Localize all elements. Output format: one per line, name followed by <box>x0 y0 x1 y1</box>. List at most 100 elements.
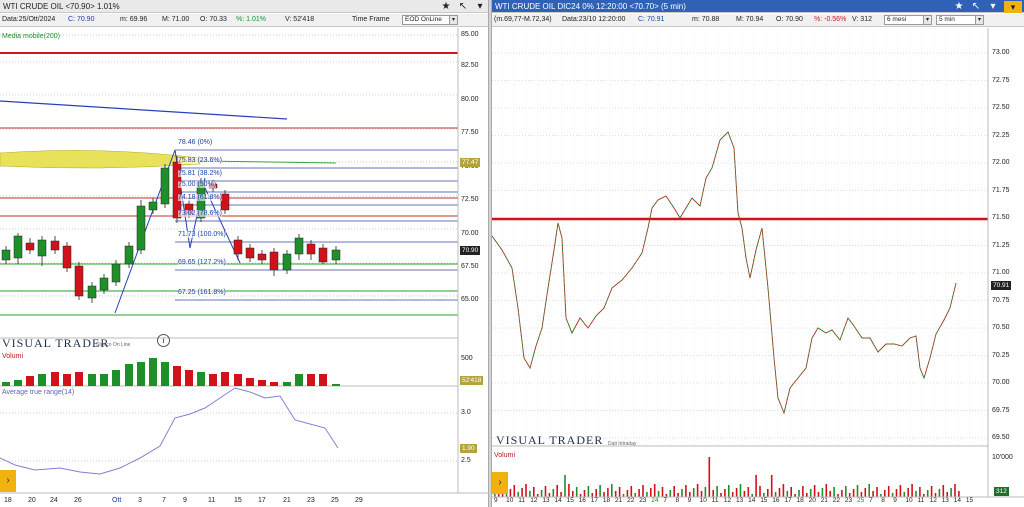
candle-body <box>62 245 72 269</box>
volume-bar <box>564 475 566 497</box>
volume-bar <box>540 490 543 497</box>
volume-bar <box>728 485 730 497</box>
volume-bar <box>14 380 22 386</box>
expand-arrow-icon[interactable]: › <box>492 472 508 494</box>
volume-bar <box>806 493 808 497</box>
time-axis-tick: 10 <box>506 497 514 504</box>
time-axis-tick: 7 <box>869 497 873 504</box>
time-axis-tick: 22 <box>832 497 841 504</box>
dropdown-icon[interactable]: ▾ <box>474 1 486 13</box>
time-axis-tick: 20 <box>28 497 36 504</box>
volume-bar <box>319 374 327 386</box>
candle-body <box>124 245 134 265</box>
time-axis-tick: 20 <box>808 497 816 504</box>
time-axis-tick: 13 <box>736 497 744 504</box>
time-axis-tick: 9 <box>494 497 498 504</box>
time-axis-tick: 13 <box>542 497 550 504</box>
timeframe-label: Time Frame <box>352 16 390 23</box>
volume-bar <box>112 370 120 386</box>
volume-bar <box>161 362 169 386</box>
right-max: M: 70.94 <box>736 16 764 23</box>
volume-bar <box>75 372 83 386</box>
volume-bar <box>759 486 761 497</box>
volume-badge: 312 <box>994 487 1009 496</box>
volume-bar <box>258 380 266 386</box>
candle-body <box>257 253 267 261</box>
ma-price-badge: 77.47 <box>460 158 481 167</box>
volume-bar <box>778 488 781 497</box>
volume-bar <box>634 493 636 497</box>
volume-bar <box>552 489 555 497</box>
volume-bar <box>197 372 205 386</box>
star-icon[interactable]: ★ <box>953 1 965 13</box>
time-axis-tick: 10 <box>905 497 913 504</box>
draw-tool-icon[interactable]: ↖ <box>970 1 982 13</box>
time-axis-tick: 21 <box>820 497 828 504</box>
volume-bar <box>38 374 46 386</box>
collapse-icon[interactable]: ▾ <box>1004 0 1022 13</box>
price-axis-tick: 65.00 <box>461 296 479 303</box>
volume-bar <box>954 484 956 497</box>
volume-bar <box>930 486 933 497</box>
timeframe-select[interactable]: EOD OnLine ▾ <box>402 15 458 25</box>
time-axis-tick: 17 <box>258 497 266 504</box>
left-chart-window: WTI CRUDE OIL <70.90> 1.01% ★ ↖ ▾ Data:2… <box>0 0 488 507</box>
volume-bar <box>26 376 34 386</box>
volume-bar <box>876 487 878 497</box>
left-max: M: 71.00 <box>162 16 190 23</box>
time-axis-tick: 15 <box>566 497 574 504</box>
volume-bar <box>650 488 652 497</box>
volume-bar <box>234 374 242 386</box>
candle-body <box>160 167 170 205</box>
left-window-title: WTI CRUDE OIL <70.90> 1.01% <box>3 2 120 11</box>
price-axis-tick: 67.50 <box>461 263 479 270</box>
time-axis-tick: 12 <box>530 497 538 504</box>
draw-tool-icon[interactable]: ↖ <box>457 1 469 13</box>
data-source-label: Storico On Line <box>96 342 131 348</box>
volume-bar <box>731 492 734 497</box>
volume-bar <box>525 484 527 497</box>
period-select[interactable]: 6 mesi ▾ <box>884 15 932 25</box>
candle-body <box>25 242 35 251</box>
price-axis-tick: 72.50 <box>461 196 479 203</box>
volume-bar <box>638 489 640 497</box>
volume-bar <box>911 484 913 497</box>
volume-bars <box>494 457 960 497</box>
candle-body <box>245 247 255 259</box>
expand-arrow-icon[interactable]: › <box>0 470 16 492</box>
volume-bar <box>575 487 578 497</box>
candle-body <box>220 193 230 211</box>
left-date: Data:25/Ott/2024 <box>2 16 56 23</box>
time-axis-tick: 18 <box>602 497 611 504</box>
volume-bar <box>270 382 278 386</box>
volume-bar <box>88 374 96 386</box>
left-open: O: 70.33 <box>200 16 227 23</box>
volume-axis-tick: 500 <box>461 355 473 362</box>
candle-body <box>294 237 304 255</box>
price-axis-tick: 71.00 <box>992 269 1010 276</box>
star-icon[interactable]: ★ <box>440 1 452 13</box>
candle-body <box>306 243 316 255</box>
price-axis-tick: 85.00 <box>461 31 479 38</box>
volume-bar <box>669 490 672 497</box>
right-min: m: 70.88 <box>692 16 720 23</box>
volume-bar <box>790 487 792 497</box>
info-icon[interactable]: i <box>157 334 170 347</box>
time-axis-tick: 18 <box>796 497 804 504</box>
volume-bar <box>868 484 870 497</box>
volume-bar <box>521 488 523 497</box>
time-axis-tick: 11 <box>208 497 216 504</box>
interval-select[interactable]: 5 min ▾ <box>936 15 984 25</box>
time-axis-tick: 24 <box>50 497 58 504</box>
price-axis-tick: 72.00 <box>992 159 1010 166</box>
volume-bar <box>568 484 570 497</box>
last-price-badge: 70.91 <box>991 281 1012 290</box>
fib-level-label: 75.00 (50%) <box>178 181 217 188</box>
left-chart-canvas[interactable] <box>0 28 488 507</box>
volume-bar <box>926 490 929 497</box>
trend-line[interactable] <box>0 100 288 120</box>
volume-bar <box>817 492 820 497</box>
dropdown-icon[interactable]: ▾ <box>987 1 999 13</box>
volume-bar <box>295 374 303 386</box>
volume-axis-tick: 10'000 <box>992 454 1013 461</box>
